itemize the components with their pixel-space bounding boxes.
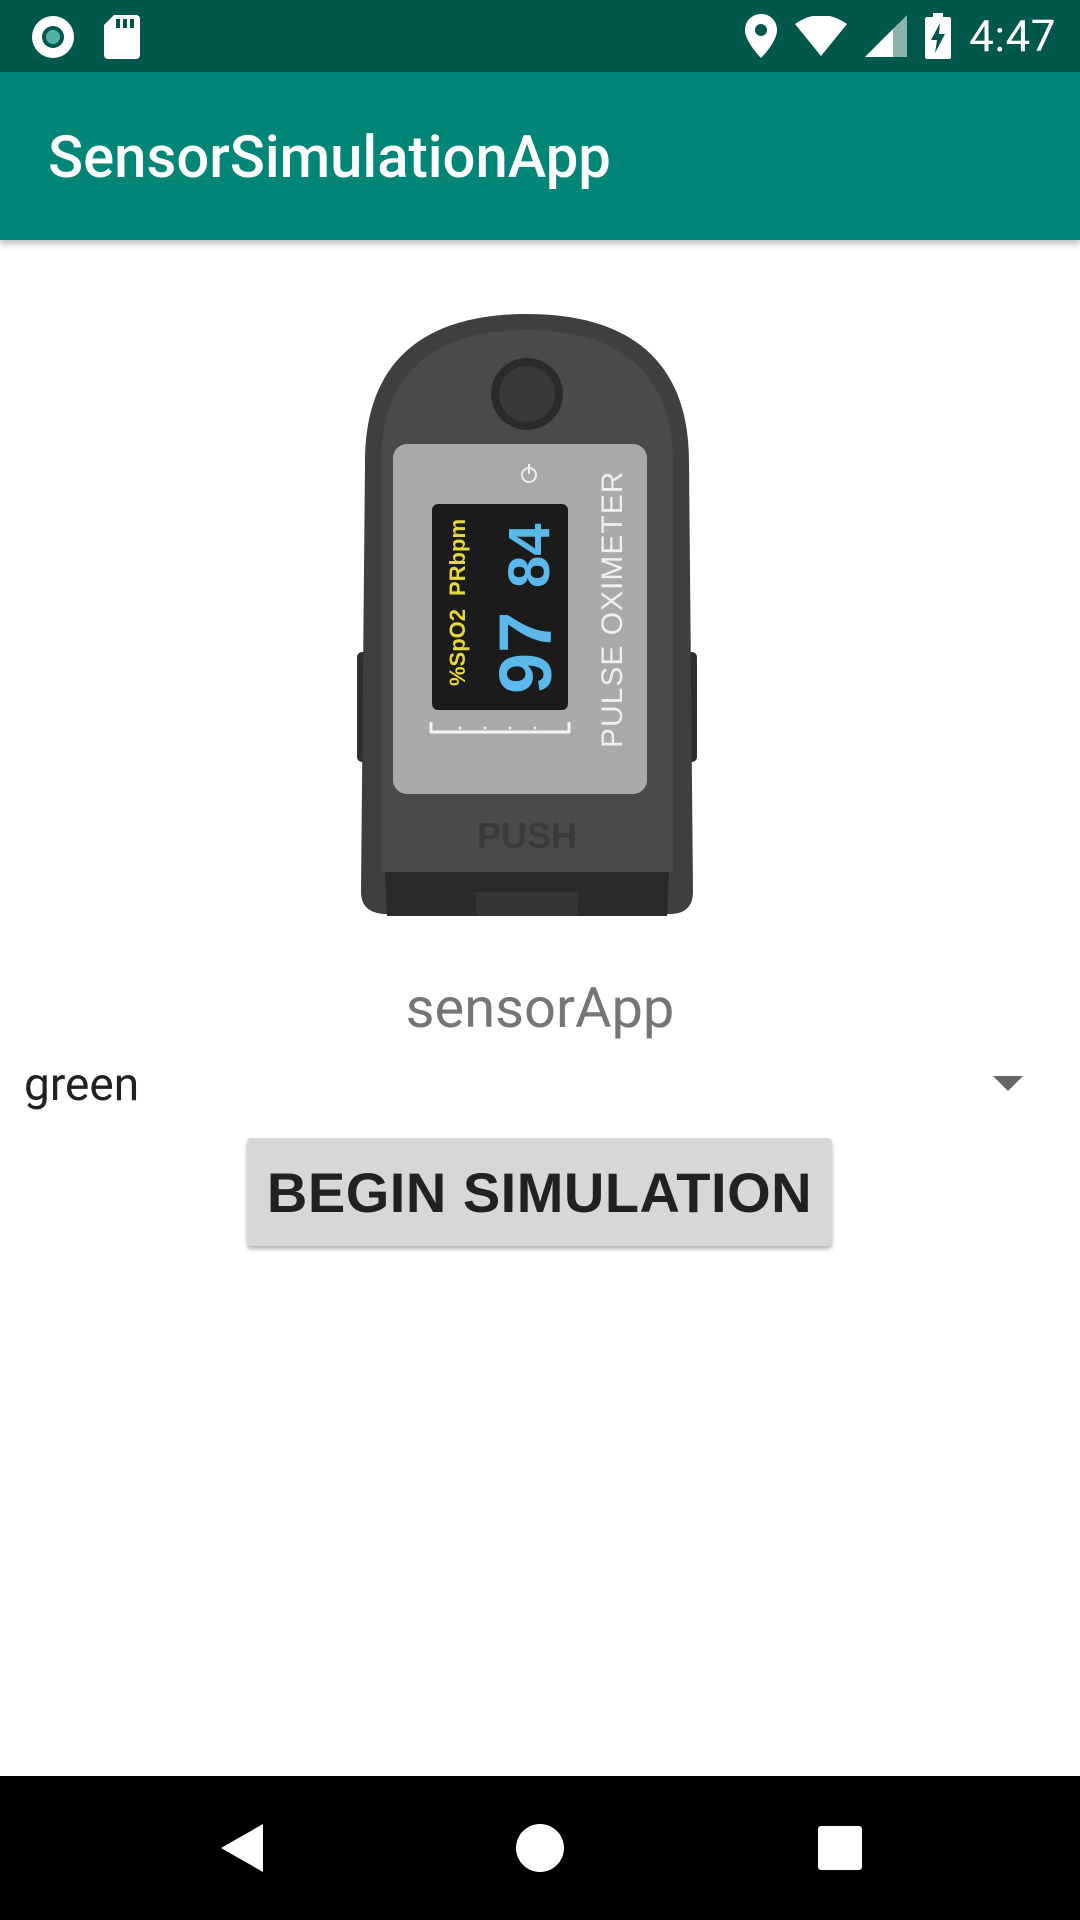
device-brand-text: PULSE OXIMETER — [596, 471, 629, 748]
home-icon[interactable] — [460, 1776, 620, 1920]
pulse-oximeter-image: %SpO2 PRbpm 97 84 PULSE OXIMETER PUSH — [355, 312, 700, 924]
pr-label: PRbpm — [445, 519, 470, 596]
location-icon — [745, 14, 778, 58]
recents-icon[interactable] — [760, 1776, 920, 1920]
app-title: SensorSimulationApp — [48, 124, 611, 192]
sd-card-icon — [104, 15, 140, 59]
dropdown-arrow-icon — [993, 1076, 1023, 1091]
begin-simulation-button[interactable]: BEGIN SIMULATION — [247, 1138, 832, 1246]
push-text: PUSH — [477, 815, 577, 856]
wifi-icon — [795, 16, 848, 56]
status-bar: 4:47 — [0, 0, 1080, 72]
app-bar: SensorSimulationApp — [0, 72, 1080, 240]
battery-charging-icon — [925, 13, 952, 59]
color-spinner[interactable]: green — [0, 1050, 1080, 1120]
spo2-label: %SpO2 — [445, 609, 470, 686]
spo2-value: 97 — [484, 612, 567, 694]
sensor-app-label: sensorApp — [405, 975, 675, 1041]
record-icon — [30, 14, 76, 60]
back-icon[interactable] — [162, 1776, 322, 1920]
signal-icon — [865, 15, 908, 57]
spinner-selected-value: green — [24, 1058, 140, 1112]
clock: 4:47 — [969, 10, 1056, 62]
navigation-bar — [0, 1776, 1080, 1920]
pr-value: 84 — [497, 523, 562, 588]
